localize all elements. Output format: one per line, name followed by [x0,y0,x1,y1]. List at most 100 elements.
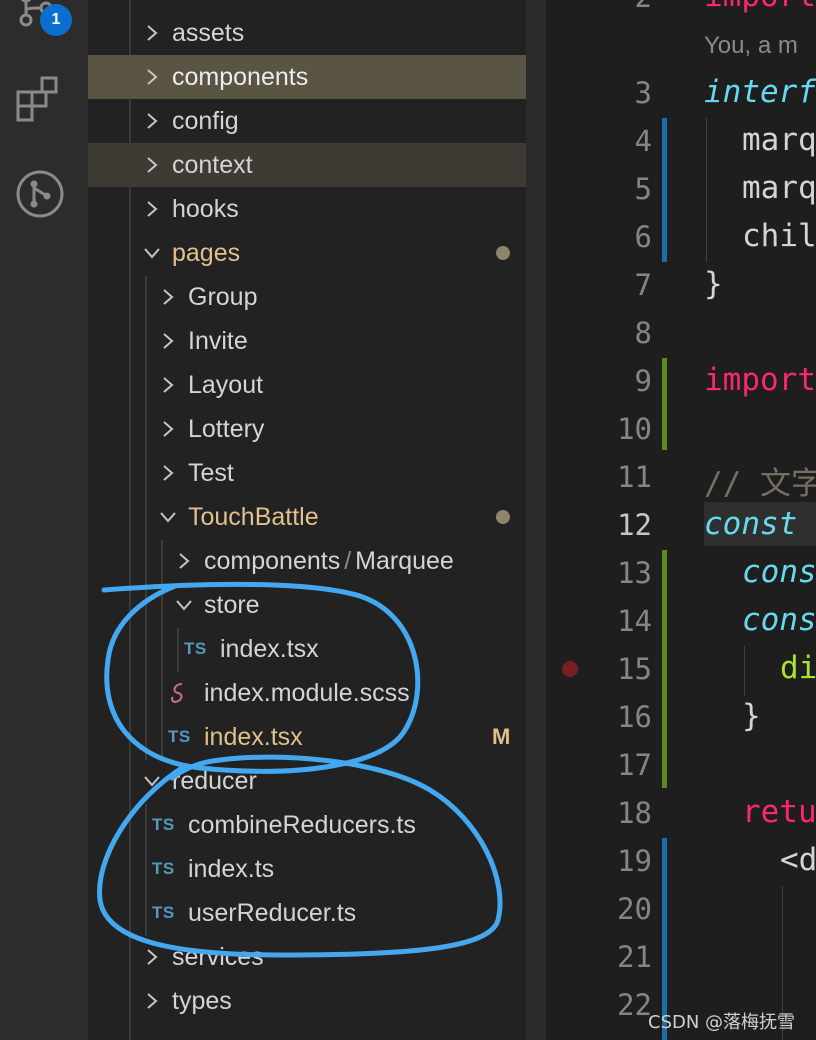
tree-item-label: combineReducers.ts [188,810,416,839]
chevron-down-icon [156,495,180,539]
code-line: cons [742,602,816,638]
line-number: 16 [617,700,652,734]
tree-item-lottery[interactable]: Lottery [88,407,546,451]
chevron-right-icon [156,363,180,407]
code-editor[interactable]: 2 3 4 5 6 7 8 9 10 11 12 13 14 15 16 17 … [546,0,816,1040]
tree-item-context[interactable]: context [88,143,546,187]
tree-item-label: Test [188,458,234,487]
typescript-icon: TS [152,859,175,878]
chevron-right-icon [140,979,164,1023]
chevron-right-icon [140,143,164,187]
modified-dot [496,510,510,524]
tree-item-config[interactable]: config [88,99,546,143]
tree-item-label: components [204,546,341,575]
code-line: interf [704,74,816,110]
tree-item-reducer[interactable]: reducer [88,759,546,803]
code-line: } [742,698,761,734]
indent-guide [706,118,707,262]
line-number: 21 [617,940,652,974]
line-number: 6 [634,220,652,254]
tree-item-test[interactable]: Test [88,451,546,495]
line-number: 22 [617,988,652,1022]
breakpoint-icon[interactable] [562,661,578,677]
sass-icon [168,680,192,706]
line-number-active: 12 [617,508,652,542]
watermark: CSDN @落梅抚雪 [648,1012,796,1033]
tree-item-label: index.tsx [204,722,303,751]
tree-item-components-marquee[interactable]: components / Marquee [88,539,546,583]
tree-item-invite[interactable]: Invite [88,319,546,363]
tree-item-label: index.module.scss [204,678,410,707]
tree-item-label: reducer [172,766,257,795]
tree-item-hooks[interactable]: hooks [88,187,546,231]
tree-item-userreducer-ts[interactable]: TS userReducer.ts [88,891,546,935]
explorer-scrollbar[interactable] [526,0,546,1040]
code-line: } [704,266,723,302]
tree-item-label: index.ts [188,854,275,883]
tree-item-store[interactable]: store [88,583,546,627]
gutter-modified-bar [662,118,667,262]
tree-item-label: index.tsx [220,634,319,663]
tree-item-store-index-tsx[interactable]: TS index.tsx [88,627,546,671]
line-number: 4 [634,124,652,158]
line-number: 3 [634,76,652,110]
tree-item-index-module-scss[interactable]: index.module.scss [88,671,546,715]
code-line: const [704,506,798,542]
gutter-added-bar [662,358,667,450]
chevron-right-icon [156,451,180,495]
typescript-icon: TS [152,903,175,922]
tree-item-layout[interactable]: Layout [88,363,546,407]
code-comment: // 文字 [704,466,816,502]
tree-item-label: Invite [188,326,248,355]
code-line: import [704,0,816,14]
file-explorer: assets components config context hooks p… [88,0,546,1040]
tree-item-types[interactable]: types [88,979,546,1023]
tree-item-combinereducers-ts[interactable]: TS combineReducers.ts [88,803,546,847]
line-number: 2 [604,0,652,14]
chevron-right-icon [140,187,164,231]
code-line: marq [742,122,816,158]
tree-item-label: context [172,150,253,179]
tree-item-index-tsx[interactable]: TS index.tsx M [88,715,546,759]
tree-item-components[interactable]: components [88,55,546,99]
tree-item-label: components [172,62,309,91]
source-control-badge: 1 [40,4,72,36]
chevron-right-icon [140,11,164,55]
line-number: 11 [617,460,652,494]
line-number: 19 [617,844,652,878]
tree-item-label: config [172,106,239,135]
code-line: marq [742,170,816,206]
modified-dot [496,246,510,260]
line-number: 13 [617,556,652,590]
tree-item-index-ts[interactable]: TS index.ts [88,847,546,891]
extensions-icon[interactable] [14,74,66,126]
tree-item-services[interactable]: services [88,935,546,979]
chevron-right-icon [156,275,180,319]
tree-item-group[interactable]: Group [88,275,546,319]
chevron-right-icon [156,407,180,451]
code-line: chil [742,218,816,254]
tree-item-label: assets [172,18,245,47]
tree-item-label: types [172,986,232,1015]
line-number: 5 [634,172,652,206]
tree-item-label: Group [188,282,258,311]
tree-item-assets[interactable]: assets [88,11,546,55]
chevron-right-icon [172,539,196,583]
tree-item-label: services [172,942,264,971]
git-modified-badge: M [492,724,511,749]
tree-item-label: pages [172,238,241,267]
line-number: 10 [617,412,652,446]
git-blame-hint: You, a m [704,32,798,59]
tree-item-touchbattle[interactable]: TouchBattle [88,495,546,539]
chevron-right-icon [140,55,164,99]
git-graph-icon[interactable] [14,168,66,220]
typescript-icon: TS [152,815,175,834]
line-number: 17 [617,748,652,782]
tree-item-label: userReducer.ts [188,898,357,927]
path-separator: / [344,546,352,575]
typescript-icon: TS [168,727,191,746]
chevron-down-icon [140,231,164,275]
tree-item-pages[interactable]: pages [88,231,546,275]
code-line: import [704,362,816,398]
line-number: 15 [617,652,652,686]
